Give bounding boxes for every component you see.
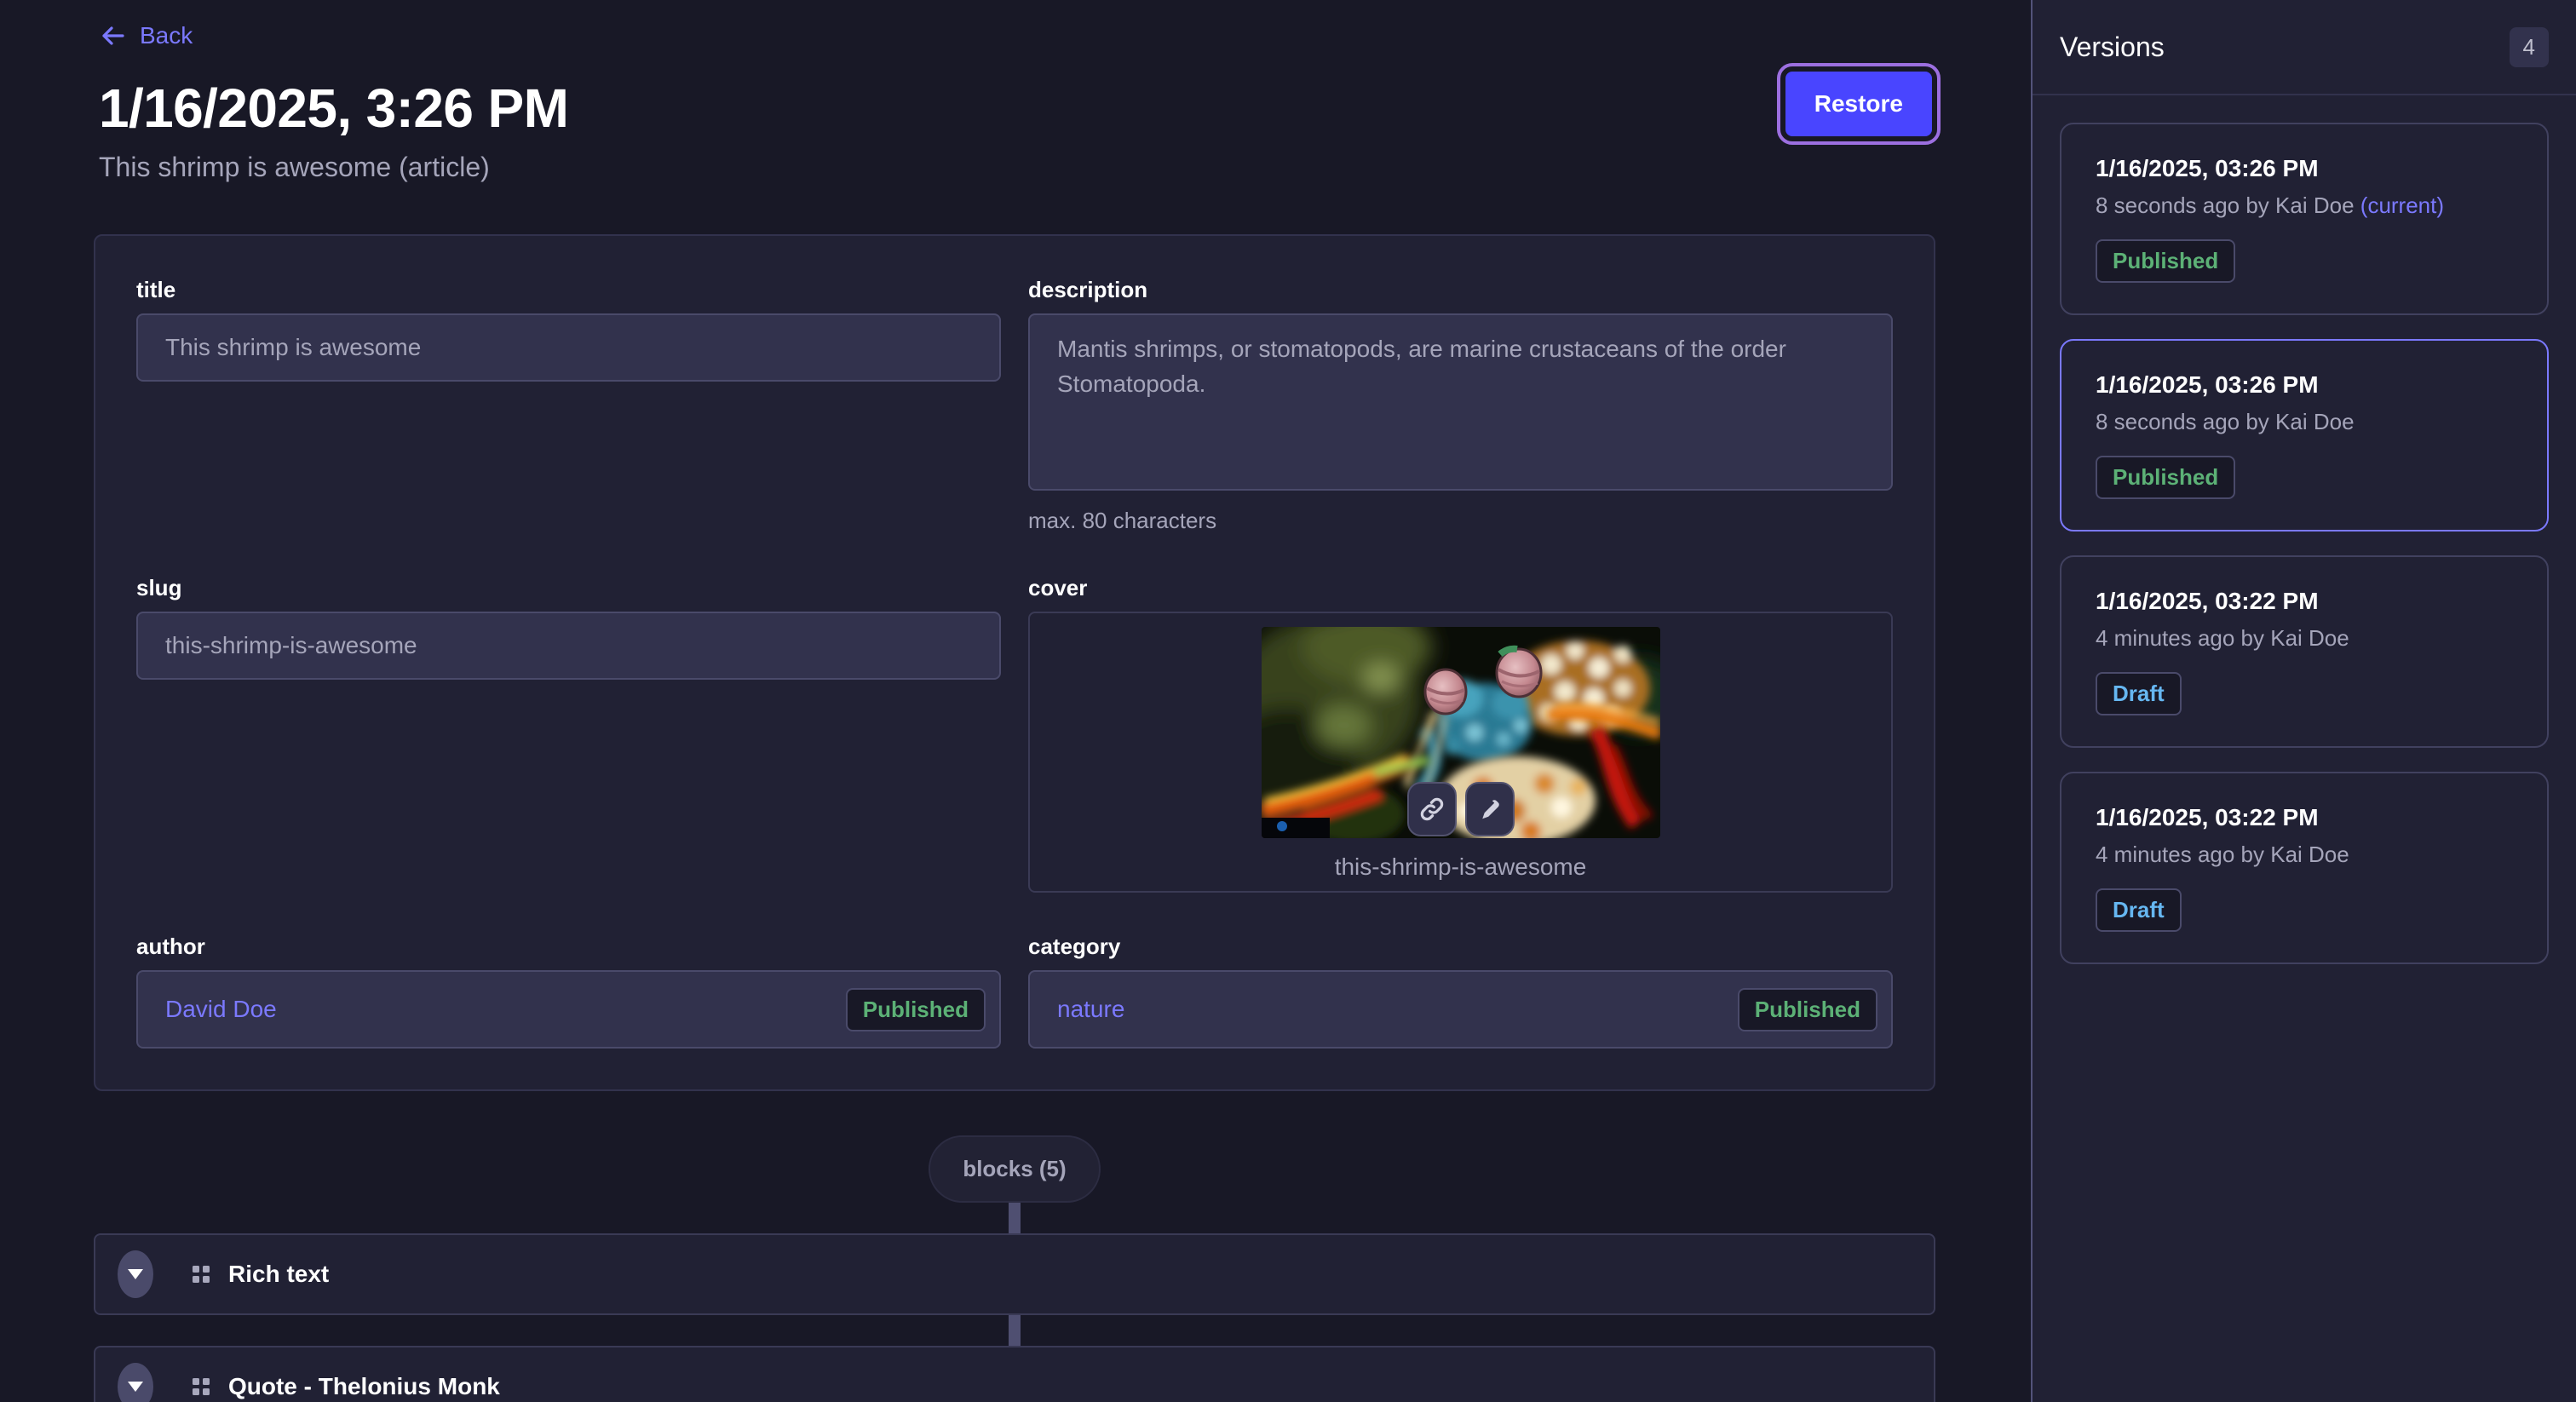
- category-link[interactable]: nature: [1057, 996, 1124, 1023]
- title-label: title: [136, 277, 1001, 303]
- description-hint: max. 80 characters: [1028, 508, 1893, 534]
- field-slug: slug: [136, 575, 1001, 680]
- block-connector-line: [1009, 1203, 1021, 1233]
- version-card[interactable]: 1/16/2025, 03:22 PM 4 minutes ago by Kai…: [2060, 772, 2549, 964]
- block-row: Quote - Thelonius Monk: [94, 1346, 1935, 1402]
- category-status-badge: Published: [1738, 988, 1877, 1031]
- arrow-left-icon: [99, 22, 126, 49]
- version-card[interactable]: 1/16/2025, 03:22 PM 4 minutes ago by Kai…: [2060, 555, 2549, 748]
- versions-sidebar: Versions 4 1/16/2025, 03:26 PM 8 seconds…: [2031, 0, 2576, 1402]
- description-input[interactable]: Mantis shrimps, or stomatopods, are mari…: [1028, 313, 1893, 491]
- category-relation: nature Published: [1028, 970, 1893, 1049]
- page-title: 1/16/2025, 3:26 PM: [99, 77, 2031, 140]
- block-row: Rich text: [94, 1233, 1935, 1315]
- versions-header: Versions 4: [2033, 0, 2576, 95]
- versions-title: Versions: [2060, 32, 2165, 63]
- version-status-badge: Draft: [2096, 672, 2182, 715]
- version-date: 1/16/2025, 03:26 PM: [2096, 371, 2513, 399]
- version-date: 1/16/2025, 03:26 PM: [2096, 155, 2513, 182]
- restore-button[interactable]: Restore: [1785, 72, 1932, 136]
- category-label: category: [1028, 934, 1893, 960]
- version-current-tag: (current): [2360, 192, 2444, 218]
- version-meta: 8 seconds ago by Kai Doe (current): [2096, 192, 2513, 219]
- version-date: 1/16/2025, 03:22 PM: [2096, 588, 2513, 615]
- link-icon: [1419, 796, 1445, 822]
- blocks-section: blocks (5) Rich text Quote - Thelonius M…: [94, 1135, 1935, 1402]
- author-status-badge: Published: [846, 988, 986, 1031]
- history-page: Back 1/16/2025, 3:26 PM This shrimp is a…: [0, 0, 2576, 1402]
- main-area: Back 1/16/2025, 3:26 PM This shrimp is a…: [0, 0, 2031, 1402]
- drag-handle-icon[interactable]: [193, 1266, 210, 1283]
- back-label: Back: [140, 22, 193, 49]
- field-cover: cover: [1028, 575, 1893, 893]
- version-status-badge: Draft: [2096, 888, 2182, 932]
- version-status-badge: Published: [2096, 239, 2235, 283]
- cover-actions: [1407, 782, 1515, 836]
- pencil-icon: [1478, 797, 1502, 821]
- blocks-count-pill[interactable]: blocks (5): [929, 1135, 1100, 1203]
- cover-media-card: this-shrimp-is-awesome: [1028, 612, 1893, 893]
- author-relation: David Doe Published: [136, 970, 1001, 1049]
- versions-count-badge: 4: [2510, 27, 2549, 67]
- author-label: author: [136, 934, 1001, 960]
- field-description: description Mantis shrimps, or stomatopo…: [1028, 277, 1893, 534]
- edit-media-button[interactable]: [1465, 782, 1515, 836]
- expand-block-button[interactable]: [118, 1250, 153, 1298]
- caret-down-icon: [128, 1269, 143, 1279]
- version-form-card: title description Mantis shrimps, or sto…: [94, 234, 1935, 1091]
- expand-block-button[interactable]: [118, 1363, 153, 1402]
- slug-label: slug: [136, 575, 1001, 601]
- blocks-list: Rich text Quote - Thelonius Monk: [94, 1203, 1935, 1402]
- description-label: description: [1028, 277, 1893, 303]
- author-link[interactable]: David Doe: [165, 996, 277, 1023]
- version-status-badge: Published: [2096, 456, 2235, 499]
- versions-list: 1/16/2025, 03:26 PM 8 seconds ago by Kai…: [2033, 95, 2576, 991]
- block-title: Rich text: [228, 1261, 329, 1288]
- title-input[interactable]: [136, 313, 1001, 382]
- drag-handle-icon[interactable]: [193, 1378, 210, 1395]
- block-connector-line: [1009, 1315, 1021, 1346]
- version-meta: 4 minutes ago by Kai Doe: [2096, 842, 2513, 868]
- copy-link-button[interactable]: [1407, 782, 1457, 836]
- slug-input[interactable]: [136, 612, 1001, 680]
- caret-down-icon: [128, 1382, 143, 1392]
- field-category: category nature Published: [1028, 934, 1893, 1049]
- field-author: author David Doe Published: [136, 934, 1001, 1049]
- page-subtitle: This shrimp is awesome (article): [99, 152, 2031, 183]
- version-meta: 4 minutes ago by Kai Doe: [2096, 625, 2513, 652]
- field-title: title: [136, 277, 1001, 382]
- back-link[interactable]: Back: [0, 0, 193, 49]
- cover-filename: this-shrimp-is-awesome: [1030, 853, 1891, 881]
- cover-label: cover: [1028, 575, 1893, 601]
- version-meta: 8 seconds ago by Kai Doe: [2096, 409, 2513, 435]
- version-date: 1/16/2025, 03:22 PM: [2096, 804, 2513, 831]
- version-card[interactable]: 1/16/2025, 03:26 PM 8 seconds ago by Kai…: [2060, 339, 2549, 531]
- block-title: Quote - Thelonius Monk: [228, 1373, 500, 1400]
- version-card[interactable]: 1/16/2025, 03:26 PM 8 seconds ago by Kai…: [2060, 123, 2549, 315]
